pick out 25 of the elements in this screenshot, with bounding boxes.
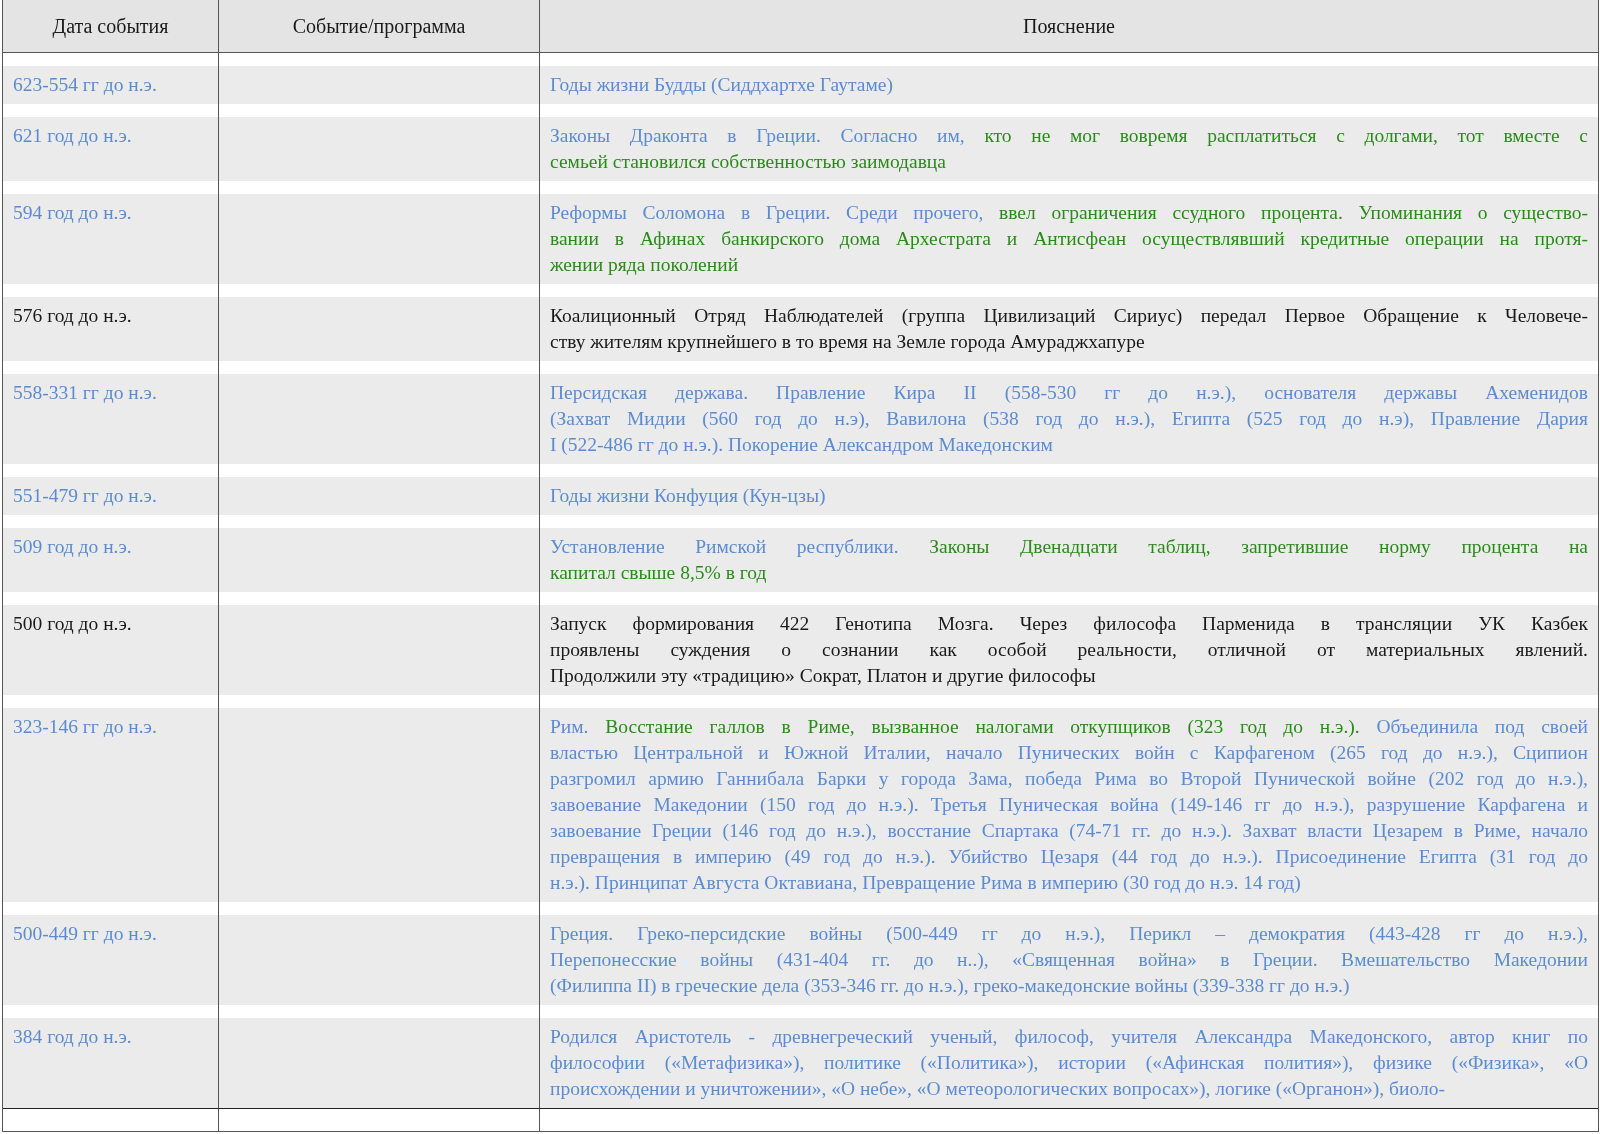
event-date: 594 год до н.э. <box>13 201 132 225</box>
event-description: Греция. Греко-персидские войны (500-449 гг до н.э.), Перикл – демократия (443-428 гг до н.э.), Перепонесские войны (431-404 гг. до н..), «Священная война» в Греции. Вмешательство Македонии (Филиппа II) в греческие дела (353-346 гг. до н.э.), греко-македонские войны (339-338 гг до н.э.) <box>550 922 1588 998</box>
event-date: 623-554 гг до н.э. <box>13 73 157 97</box>
event-date: 551-479 гг до н.э. <box>13 484 157 508</box>
event-date: 558-331 гг до н.э. <box>13 381 157 405</box>
column-header: Дата события <box>3 0 219 52</box>
event-description: Годы жизни Будды (Сиддхартхе Гаутаме) <box>550 73 894 97</box>
event-description: Рим. Восстание галлов в Риме, вызванное налогами откупщиков (323 год до н.э.). Объединила под своей властью Центральной и Южной Италии, начало Пунических войн с Карфагеном (265 год до н.э.), Сципион разгромил армию Ганнибала Барки у города Зама, победа Рима во Второй Пунической войне (202 год до н.э.), завоевание Македонии (150 год до н.э.). Третья Пуническая война (149-146 гг до н.э.), разрушение Карфагена и завоевание Греции (146 год до н.э.), восстание Спартака (74-71 гг. до н.э.). Захват власти Цезарем в Риме, начало превращения в империю (49 год до н.э.). Убийство Цезаря (44 год до н.э.). Присоединение Египта (31 год до н.э.). Принципат Августа Октавиана, Превращение Рима в империю (30 год до н.э. 14 год) <box>550 715 1588 895</box>
column-header: Событие/программа <box>219 0 540 52</box>
event-description: Установление Римской республики. Законы Двенадцати таблиц, запретившие норму процента на капитал свыше 8,5% в год <box>550 535 1588 585</box>
event-date: 509 год до н.э. <box>13 535 132 559</box>
event-date: 384 год до н.э. <box>13 1025 132 1049</box>
event-description: Запуск формирования 422 Генотипа Мозга. Через философа Парменида в трансляции УК Казбек проявлены суждения о сознании как особой реальности, отличной от материальных явлений. Продолжили эту «традицию» Сократ, Платон и другие философы <box>550 612 1588 688</box>
event-description: Годы жизни Конфуция (Кун-цзы) <box>550 484 827 508</box>
event-date: 500-449 гг до н.э. <box>13 922 157 946</box>
event-description: Родился Аристотель - древнегреческий ученый, философ, учителя Александра Македонского, автор книг по философии («Метафизика»), политике («Политика»), истории («Афинская полития»), физике («Физика», «О происхождении и уничтожении», «О небе», «О метеорологических вопросах»), логике («Органон»), биоло- <box>550 1025 1588 1101</box>
event-date: 621 год до н.э. <box>13 124 132 148</box>
event-date: 500 год до н.э. <box>13 612 132 636</box>
event-description: Реформы Соломона в Греции. Среди прочего, ввел ограничения ссудного процента. Упоминания о существо- вании в Афинах банкирского дома Архестрата и Антисфеан осуществлявший кредитные операции на протя- жении ряда поколений <box>550 201 1588 277</box>
event-description: Персидская держава. Правление Кира II (558-530 гг до н.э.), основателя державы Ахеменидов (Захват Мидии (560 год до н.э), Вавилона (538 год до н.э.), Египта (525 год до н.э), Правление Дария I (522-486 гг до н.э.). Покорение Александром Македонским <box>550 381 1588 457</box>
event-description: Коалиционный Отряд Наблюдателей (группа Цивилизаций Сириус) передал Первое Обращение к Человече- ству жителям крупнейшего в то время на Земле города Амураджхапуре <box>550 304 1588 354</box>
column-header: Пояснение <box>1022 13 1116 39</box>
event-date: 576 год до н.э. <box>13 304 132 328</box>
event-date: 323-146 гг до н.э. <box>13 715 157 739</box>
event-description: Законы Драконта в Греции. Согласно им, кто не мог вовремя расплатиться с долгами, тот вместе с семьей становился собственностью заимодавца <box>550 124 1588 174</box>
